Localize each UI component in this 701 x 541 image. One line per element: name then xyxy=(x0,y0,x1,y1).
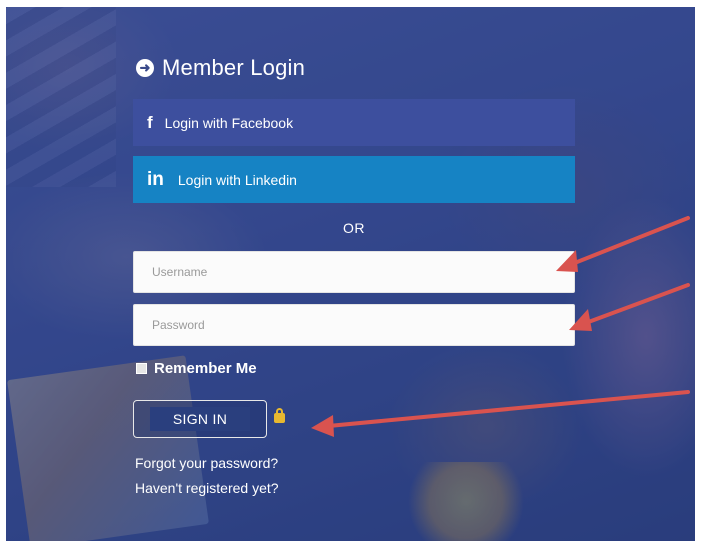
sign-in-button[interactable]: SIGN IN xyxy=(133,400,267,438)
facebook-button-label: Login with Facebook xyxy=(164,114,294,131)
sign-in-label: SIGN IN xyxy=(150,407,250,431)
arrow-circle-right-icon: ➜ xyxy=(136,59,154,77)
lock-icon xyxy=(274,408,285,423)
forgot-password-link[interactable]: Forgot your password? xyxy=(135,455,278,471)
or-divider: OR xyxy=(343,220,365,236)
linkedin-button-label: Login with Linkedin xyxy=(177,171,297,188)
login-facebook-button[interactable]: f Login with Facebook xyxy=(133,99,575,146)
remember-me[interactable]: Remember Me xyxy=(136,360,257,377)
login-title-row: ➜ Member Login xyxy=(136,55,305,81)
login-title: Member Login xyxy=(162,55,306,80)
login-panel: ➜ Member Login f Login with Facebook in … xyxy=(0,0,701,541)
register-link[interactable]: Haven't registered yet? xyxy=(135,480,279,496)
login-linkedin-button[interactable]: in Login with Linkedin xyxy=(133,156,575,203)
password-field[interactable] xyxy=(133,304,575,346)
remember-me-label: Remember Me xyxy=(154,360,257,377)
facebook-icon: f xyxy=(147,112,153,132)
remember-me-checkbox[interactable] xyxy=(136,363,147,374)
linkedin-icon: in xyxy=(147,168,164,190)
username-field[interactable] xyxy=(133,251,575,293)
